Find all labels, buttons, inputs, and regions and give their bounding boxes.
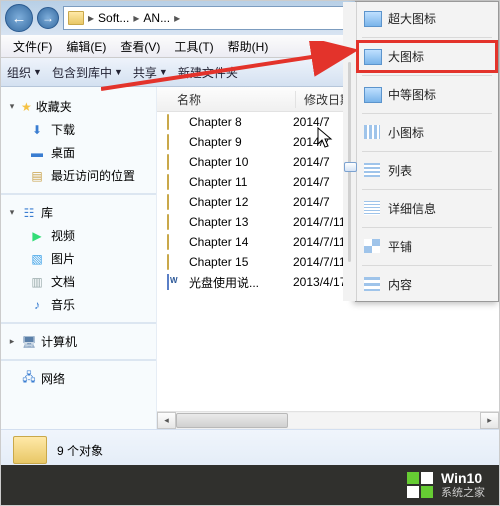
watermark-brand: Win10 xyxy=(441,471,485,486)
nav-item-music[interactable]: ♪音乐 xyxy=(1,293,156,316)
watermark-logo: Win10 系统之家 xyxy=(407,471,485,498)
nav-computer-header[interactable]: ▸🖥计算机 xyxy=(1,330,156,353)
folder-icon xyxy=(167,115,183,129)
nav-item-downloads[interactable]: ⬇下载 xyxy=(1,118,156,141)
folder-icon xyxy=(167,155,183,169)
file-name: Chapter 9 xyxy=(189,135,285,149)
file-name: Chapter 11 xyxy=(189,175,285,189)
view-medium[interactable]: 中等图标 xyxy=(356,78,498,111)
menu-tools[interactable]: 工具(T) xyxy=(170,36,217,57)
view-size-slider[interactable] xyxy=(343,2,357,301)
windows-logo-icon xyxy=(407,472,433,498)
folder-icon xyxy=(167,195,183,209)
new-folder-button[interactable]: 新建文件夹 xyxy=(178,64,238,81)
status-folder-icon xyxy=(13,436,47,464)
view-large[interactable]: 大图标 xyxy=(356,40,498,73)
file-name: 光盘使用说... xyxy=(189,274,285,291)
file-name: Chapter 13 xyxy=(189,215,285,229)
status-count: 9 个对象 xyxy=(57,442,103,459)
menu-view[interactable]: 查看(V) xyxy=(116,36,164,57)
breadcrumb-sep: ▸ xyxy=(88,11,94,25)
scroll-left-button[interactable]: ◂ xyxy=(157,412,176,429)
include-in-library-button[interactable]: 包含到库中▼ xyxy=(52,64,123,81)
nav-network-header[interactable]: ▸🖧网络 xyxy=(1,367,156,390)
file-name: Chapter 12 xyxy=(189,195,285,209)
scroll-right-button[interactable]: ▸ xyxy=(480,412,499,429)
menu-edit[interactable]: 编辑(E) xyxy=(62,36,110,57)
nav-item-pictures[interactable]: ▧图片 xyxy=(1,247,156,270)
watermark-footer: Win10 系统之家 xyxy=(1,465,499,505)
breadcrumb-sub[interactable]: AN... xyxy=(143,11,170,25)
horizontal-scrollbar[interactable]: ◂ ▸ xyxy=(157,411,499,429)
navigation-pane: ▾★收藏夹 ⬇下载 ▬桌面 ▤最近访问的位置 ▾☷库 ▶视频 ▧图片 ▥文档 ♪… xyxy=(1,87,157,429)
breadcrumb-root[interactable]: Soft... xyxy=(98,11,129,25)
col-name[interactable]: 名称 xyxy=(157,91,296,108)
status-bar: 9 个对象 xyxy=(1,429,499,470)
nav-item-recent[interactable]: ▤最近访问的位置 xyxy=(1,164,156,187)
nav-forward-button[interactable]: → xyxy=(37,7,59,29)
view-extra-large[interactable]: 超大图标 xyxy=(356,2,498,35)
watermark-sub: 系统之家 xyxy=(441,487,485,499)
folder-icon xyxy=(68,11,84,25)
menu-file[interactable]: 文件(F) xyxy=(9,36,56,57)
folder-icon xyxy=(167,255,183,269)
scroll-thumb[interactable] xyxy=(176,413,288,428)
organize-button[interactable]: 组织▼ xyxy=(7,64,42,81)
folder-icon xyxy=(167,175,183,189)
file-name: Chapter 14 xyxy=(189,235,285,249)
view-tiles[interactable]: 平铺 xyxy=(356,230,498,263)
scroll-track[interactable] xyxy=(176,413,480,428)
share-button[interactable]: 共享▼ xyxy=(133,64,168,81)
file-name: Chapter 8 xyxy=(189,115,285,129)
nav-item-documents[interactable]: ▥文档 xyxy=(1,270,156,293)
nav-library-header[interactable]: ▾☷库 xyxy=(1,201,156,224)
word-doc-icon xyxy=(167,275,183,289)
folder-icon xyxy=(167,235,183,249)
breadcrumb-sep: ▸ xyxy=(133,11,139,25)
folder-icon xyxy=(167,135,183,149)
view-content[interactable]: 内容 xyxy=(356,268,498,301)
breadcrumb-sep: ▸ xyxy=(174,11,180,25)
folder-icon xyxy=(167,215,183,229)
view-list[interactable]: 列表 xyxy=(356,154,498,187)
nav-back-button[interactable]: ← xyxy=(5,4,33,32)
nav-item-video[interactable]: ▶视频 xyxy=(1,224,156,247)
view-details[interactable]: 详细信息 xyxy=(356,192,498,225)
file-name: Chapter 15 xyxy=(189,255,285,269)
nav-item-desktop[interactable]: ▬桌面 xyxy=(1,141,156,164)
menu-help[interactable]: 帮助(H) xyxy=(224,36,273,57)
file-name: Chapter 10 xyxy=(189,155,285,169)
view-menu-popup: 超大图标 大图标 中等图标 小图标 列表 详细信息 平铺 内容 xyxy=(355,1,499,302)
view-small[interactable]: 小图标 xyxy=(356,116,498,149)
nav-favorites-header[interactable]: ▾★收藏夹 xyxy=(1,95,156,118)
